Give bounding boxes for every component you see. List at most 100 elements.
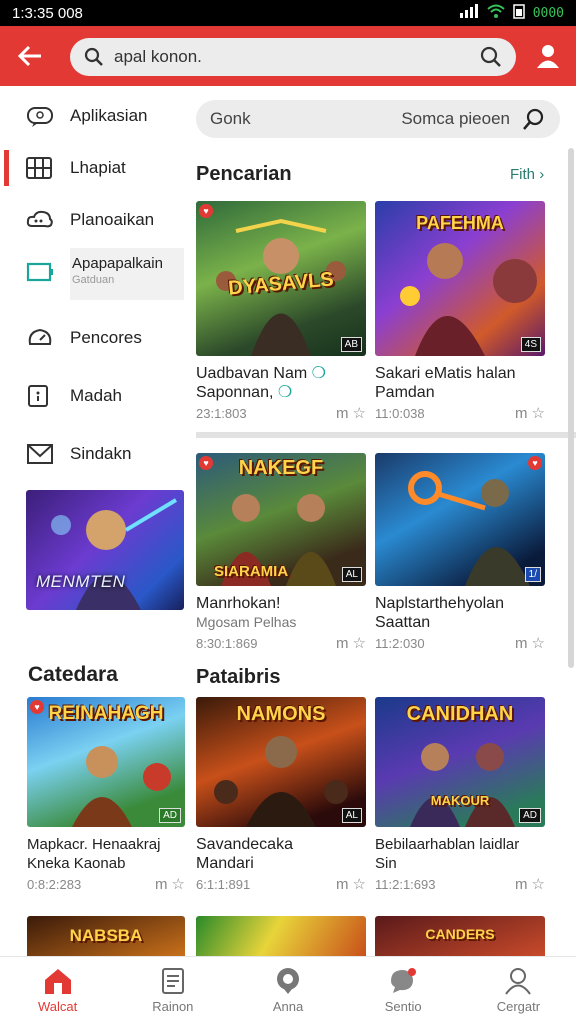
arrow-left-icon bbox=[17, 45, 41, 67]
top-app-bar: apal konon. bbox=[0, 26, 576, 86]
app-name-line2: Mgosam Pelhas bbox=[196, 614, 297, 630]
more-icon[interactable]: m bbox=[515, 405, 528, 422]
app-card[interactable]: ♥ NAKEGF SIARAMIA AL Manrhokan! Mgosam Pe… bbox=[196, 453, 366, 652]
nav-tab-cergatr[interactable]: Cergatr bbox=[461, 957, 576, 1024]
drawer-item-pencores[interactable]: Pencores bbox=[8, 312, 188, 364]
content-search-input[interactable]: Gonk Somca pieoen bbox=[196, 100, 560, 138]
app-name-line2: Pamdan bbox=[375, 384, 435, 401]
see-more-label: Fith bbox=[510, 166, 536, 183]
app-name-line1: Uadbavan Nam bbox=[196, 365, 308, 382]
app-name: Naplstarthehyolan Saattan bbox=[375, 594, 545, 632]
app-name-line1: Savandecaka bbox=[196, 836, 293, 853]
mail-icon bbox=[26, 443, 62, 465]
search-text: apal konon. bbox=[114, 47, 202, 66]
app-meta-text: 0:8:2:283 bbox=[27, 876, 82, 892]
app-meta-text: 23:1:803 bbox=[196, 405, 247, 421]
app-name: Bebilaarhablan laidlar Sin bbox=[375, 835, 545, 873]
app-card[interactable]: ♥ REINAHAGH AD Mapkacr. Henaakraj Kneka K… bbox=[27, 697, 185, 893]
account-button[interactable] bbox=[520, 26, 576, 86]
drawer-item-planoaikan[interactable]: Planoaikan bbox=[8, 194, 188, 246]
scrollbar[interactable] bbox=[568, 148, 574, 668]
star-icon[interactable]: ☆ bbox=[353, 634, 366, 652]
drawer-item-label: Sindakn bbox=[70, 444, 132, 463]
app-name: Sakari eMatis halan Pamdan bbox=[375, 364, 545, 402]
app-thumbnail: ♥ DYASAVLS AB bbox=[196, 201, 366, 356]
app-name-line1: Mapkacr. Henaakraj bbox=[27, 836, 161, 853]
app-card-partial[interactable]: NABSBA bbox=[27, 916, 185, 956]
search-icon[interactable] bbox=[522, 107, 546, 131]
banner-art bbox=[51, 498, 178, 610]
search-submit-icon[interactable] bbox=[480, 46, 502, 68]
thumbnail-title: CANDERS bbox=[425, 926, 495, 942]
star-icon[interactable]: ☆ bbox=[532, 875, 545, 893]
search-input[interactable]: apal konon. bbox=[70, 38, 516, 76]
nav-tab-rainon[interactable]: Rainon bbox=[115, 957, 230, 1024]
status-time: 1:3:35 008 bbox=[12, 4, 83, 22]
app-meta: 6:1:1:891 m ☆ bbox=[196, 875, 366, 894]
star-icon[interactable]: ☆ bbox=[172, 875, 185, 893]
see-more-link[interactable]: Fith › bbox=[510, 166, 544, 183]
app-card[interactable]: ♥ 1/ Naplstarthehyolan Saattan 11:2:030 m ☆ bbox=[375, 453, 545, 652]
app-name-line2: Saattan bbox=[375, 614, 431, 631]
star-icon[interactable]: ☆ bbox=[353, 875, 366, 893]
app-meta: 11:2:030 m ☆ bbox=[375, 634, 545, 653]
star-icon[interactable]: ☆ bbox=[532, 634, 545, 652]
app-card-partial[interactable] bbox=[196, 916, 366, 956]
more-icon[interactable]: m bbox=[336, 405, 349, 422]
drawer-item-aplikasian[interactable]: Aplikasian bbox=[8, 90, 188, 142]
tag-icon: ♥ bbox=[199, 204, 213, 218]
app-card[interactable]: NAMONS AL Savandecaka Mandari 6:1:1:891 m ☆ bbox=[196, 697, 366, 893]
app-meta-text: 11:2:1:693 bbox=[375, 876, 436, 892]
more-icon[interactable]: m bbox=[515, 876, 528, 893]
app-card-partial[interactable]: CANDERS bbox=[375, 916, 545, 956]
nav-label: Cergatr bbox=[496, 999, 541, 1014]
app-name-line2: Saponnan, bbox=[196, 384, 274, 401]
app-name-line1: Bebilaarhablan laidlar bbox=[375, 836, 520, 853]
thumbnail-title: REINAHAGH bbox=[48, 703, 164, 724]
app-name-line1: Naplstarthehyolan bbox=[375, 595, 504, 612]
more-icon[interactable]: m bbox=[336, 635, 349, 652]
thumbnail-art bbox=[408, 471, 530, 586]
star-icon[interactable]: ☆ bbox=[353, 404, 366, 422]
nav-tab-anna[interactable]: Anna bbox=[230, 957, 345, 1024]
app-meta-text: 11:2:030 bbox=[375, 635, 425, 651]
back-button[interactable] bbox=[0, 26, 60, 86]
cloud-chat-icon bbox=[26, 209, 62, 231]
drawer-banner-image[interactable]: MENMTEN bbox=[26, 490, 184, 610]
app-card[interactable]: ♥ DYASAVLS AB Uadbavan Nam ❍ Saponnan, ❍ … bbox=[196, 201, 366, 422]
app-card[interactable]: PAFEHMA 4S Sakari eMatis halan Pamdan 11:… bbox=[375, 201, 545, 422]
app-meta-text: 8:30:1:869 bbox=[196, 635, 258, 651]
drawer-item-label: Aplikasian bbox=[70, 106, 148, 125]
grid-icon bbox=[26, 157, 62, 179]
app-name-line2: Sin bbox=[375, 855, 397, 872]
nav-tab-sentio[interactable]: Sentio bbox=[346, 957, 461, 1024]
signal-icon bbox=[459, 4, 479, 22]
nav-tab-walcat[interactable]: Walcat bbox=[0, 957, 115, 1024]
app-meta: 11:2:1:693 m ☆ bbox=[375, 875, 545, 894]
app-name-line2: Mandari bbox=[196, 855, 254, 872]
app-card[interactable]: CANIDHAN MAKOUR AD Bebilaarhablan laidla… bbox=[375, 697, 545, 893]
drawer-item-madah[interactable]: Madah bbox=[8, 370, 188, 422]
app-thumbnail: ♥ REINAHAGH AD bbox=[27, 697, 185, 827]
drawer-item-sindakn[interactable]: Sindakn bbox=[8, 428, 188, 480]
rating-badge: 1/ bbox=[524, 567, 541, 582]
drawer-item-label: Lhapiat bbox=[70, 158, 126, 177]
more-icon[interactable]: m bbox=[336, 876, 349, 893]
drawer-item-apapapalkain[interactable] bbox=[8, 246, 70, 298]
thumbnail-title: CANIDHAN bbox=[406, 703, 514, 725]
more-icon[interactable]: m bbox=[515, 635, 528, 652]
chevron-right-icon: › bbox=[539, 166, 545, 183]
app-name: Savandecaka Mandari bbox=[196, 835, 366, 873]
app-meta: 23:1:803 m ☆ bbox=[196, 404, 366, 423]
search-placeholder: Somca pieoen bbox=[401, 109, 510, 128]
star-icon[interactable]: ☆ bbox=[532, 404, 545, 422]
battery-level: 0000 bbox=[532, 5, 564, 21]
wifi-icon bbox=[487, 4, 505, 22]
more-icon[interactable]: m bbox=[155, 876, 168, 893]
drawer-item-lhapiat[interactable]: Lhapiat bbox=[4, 142, 188, 194]
app-thumbnail: ♥ NAKEGF SIARAMIA AL bbox=[196, 453, 366, 586]
section-divider bbox=[196, 432, 576, 438]
leaf-icon: ❍ bbox=[311, 365, 326, 382]
section-title-catedara: Catedara bbox=[28, 663, 118, 686]
app-thumbnail: PAFEHMA 4S bbox=[375, 201, 545, 356]
